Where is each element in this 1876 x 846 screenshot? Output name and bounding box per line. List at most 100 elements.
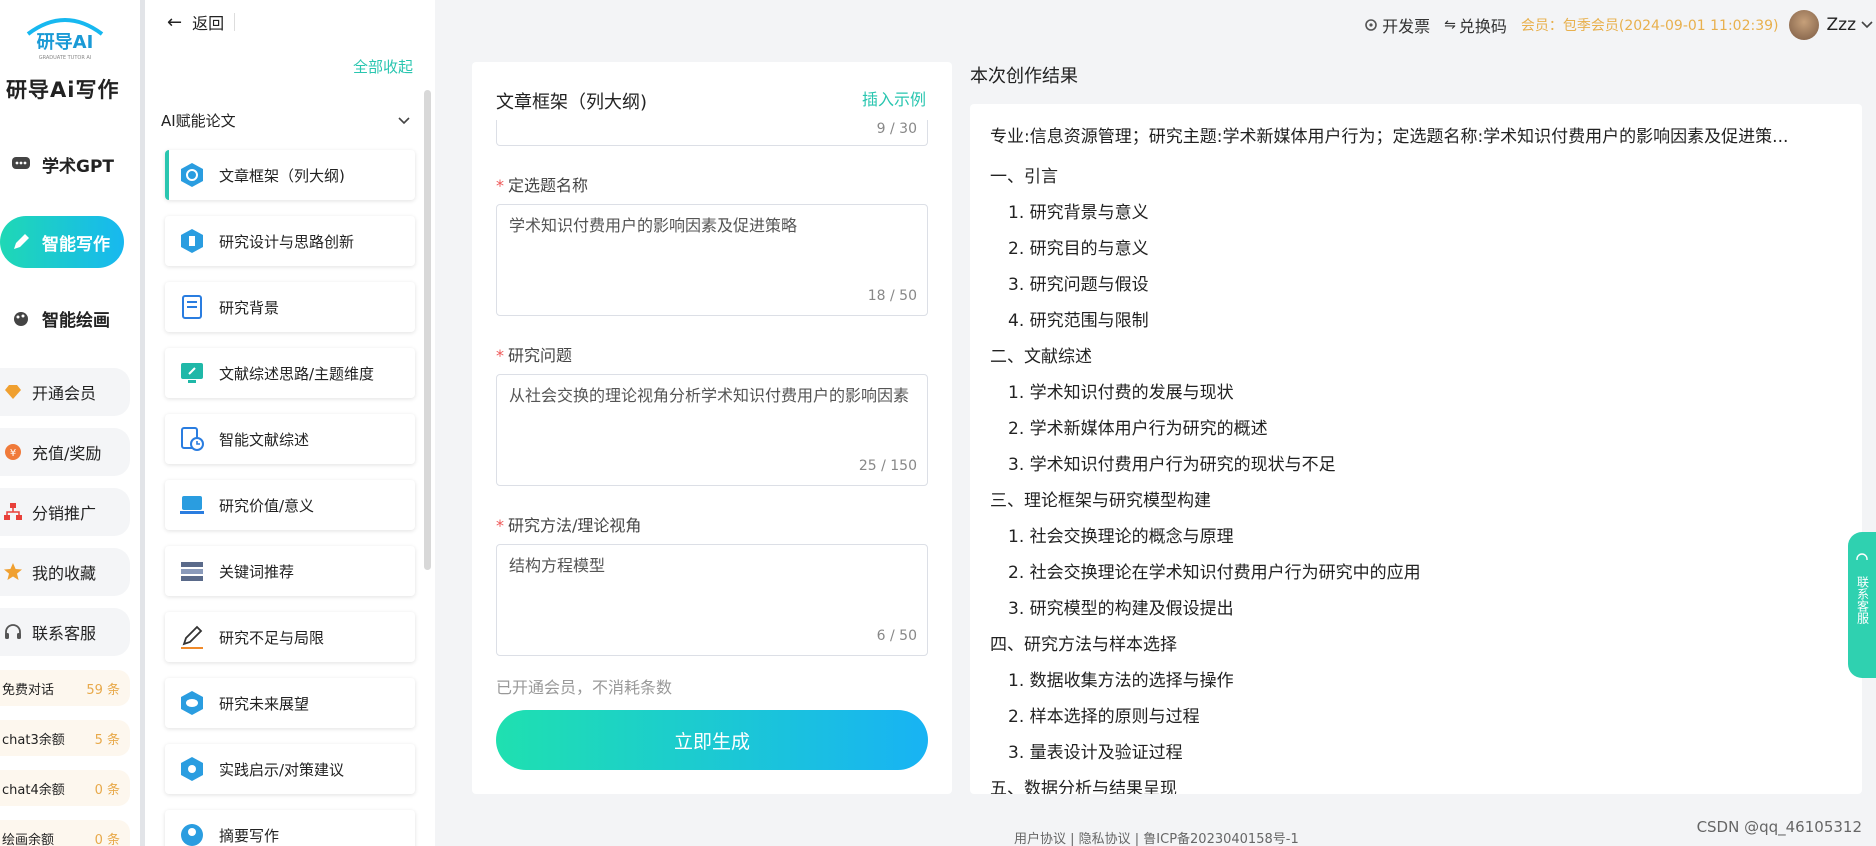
document-icon (179, 294, 205, 320)
sidebar-item-design[interactable]: 研究设计与思路创新 (165, 216, 415, 266)
left-nav: 研导AI GRADUATE TUTOR AI 研导Ai写作 学术GPT 智能写作… (0, 0, 140, 846)
result-outline: 一、引言 1. 研究背景与意义 2. 研究目的与意义 3. 研究问题与假设 4. 研究范… (990, 159, 1842, 794)
research-question-textarea[interactable]: 从社会交换的理论视角分析学术知识付费用户的影响因素 25 / 150 (496, 374, 928, 486)
sidebar-item-future[interactable]: 研究未来展望 (165, 678, 415, 728)
float-contact-button[interactable]: 联系客服 (1848, 532, 1876, 678)
exchange-icon: ⇋ (1444, 17, 1456, 33)
outline-subitem: 3. 研究问题与假设 (1008, 275, 1149, 295)
sidebar-item-value[interactable]: 研究价值/意义 (165, 480, 415, 530)
result-panel[interactable]: 专业:信息资源管理；研究主题:学术新媒体用户行为；定选题名称:学术知识付费用户的… (970, 104, 1862, 794)
nav-academic-gpt[interactable]: 学术GPT (0, 138, 124, 190)
svg-text:GRADUATE TUTOR AI: GRADUATE TUTOR AI (39, 55, 92, 61)
major-field[interactable]: 9 / 30 (496, 120, 928, 146)
quota-chat4: chat4余额 0 条 (0, 770, 130, 806)
field-label: * 研究方法/理论视角 (496, 516, 642, 535)
outline-subitem: 1. 研究背景与意义 (1008, 203, 1149, 223)
svc-distribution[interactable]: 分销推广 (0, 488, 130, 536)
outline-subitem: 4. 研究范围与限制 (1008, 311, 1149, 331)
username[interactable]: Zzz (1827, 15, 1857, 35)
invoice-link[interactable]: 开发票 (1363, 13, 1430, 37)
footer-links[interactable]: 用户协议 | 隐私协议 | 鲁ICP备2023040158号-1 (1014, 828, 1299, 846)
vip-note: 已开通会员，不消耗条数 (496, 678, 673, 697)
coin-icon: ¥ (2, 441, 24, 463)
outline-subitem: 3. 量表设计及验证过程 (1008, 743, 1183, 763)
sidebar-item-lit-ideas[interactable]: 文献综述思路/主题维度 (165, 348, 415, 398)
char-count: 25 / 150 (858, 458, 917, 474)
outline-subitem: 2. 学术新媒体用户行为研究的概述 (1008, 419, 1268, 439)
char-count: 9 / 30 (876, 121, 917, 137)
field-label: * 定选题名称 (496, 176, 589, 195)
pencil-icon (179, 624, 205, 650)
back-button[interactable]: ← 返回 (167, 10, 236, 34)
result-summary: 专业:信息资源管理；研究主题:学术新媒体用户行为；定选题名称:学术知识付费用户的… (990, 127, 1789, 147)
headset-icon (1855, 552, 1869, 572)
outline-subitem: 1. 数据收集方法的选择与操作 (1008, 671, 1234, 691)
char-count: 6 / 50 (876, 628, 917, 644)
outline-subitem: 1. 学术知识付费的发展与现状 (1008, 383, 1234, 403)
star-icon (2, 561, 24, 583)
float-contact-label: 联系客服 (1855, 576, 1870, 624)
section-header[interactable]: AI赋能论文 (161, 110, 411, 131)
chevron-down-icon[interactable] (1860, 20, 1874, 30)
outline-subitem: 2. 样本选择的原则与过程 (1008, 707, 1200, 727)
user-icon (179, 822, 205, 846)
svg-text:研导AI: 研导AI (37, 32, 94, 53)
hexagon-icon (179, 228, 205, 254)
laptop-icon (179, 492, 205, 518)
top-bar: 开发票 ⇋ 兑换码 会员：包季会员(2024-09-01 11:02:39) Z… (1363, 10, 1876, 40)
svc-recharge[interactable]: ¥ 充值/奖励 (0, 428, 130, 476)
doc-clock-icon (179, 426, 205, 452)
quota-free-chat: 免费对话 59 条 (0, 670, 130, 706)
topic-textarea[interactable]: 学术知识付费用户的影响因素及促进策略 18 / 50 (496, 204, 928, 316)
sidebar-item-outline[interactable]: 文章框架（列大纲) (165, 150, 415, 200)
logo-icon: 研导AI GRADUATE TUTOR AI (26, 18, 104, 61)
nav-smart-writing[interactable]: 智能写作 (0, 216, 124, 268)
redeem-link[interactable]: ⇋ 兑换码 (1444, 13, 1507, 37)
target-icon (179, 756, 205, 782)
insert-example-link[interactable]: 插入示例 (862, 86, 926, 110)
svc-open-member[interactable]: 开通会员 (0, 368, 130, 416)
sidebar-item-smart-review[interactable]: 智能文献综述 (165, 414, 415, 464)
brand-title: 研导Ai写作 (6, 78, 120, 102)
scrollbar[interactable] (424, 90, 431, 570)
generate-button[interactable]: 立即生成 (496, 710, 928, 770)
sidebar-item-keywords[interactable]: 关键词推荐 (165, 546, 415, 596)
svc-favorites[interactable]: 我的收藏 (0, 548, 130, 596)
input-form: 文章框架（列大纲) 插入示例 9 / 30 * 定选题名称 学术知识付费用户的影响… (472, 62, 952, 794)
chat-bubble-icon (179, 690, 205, 716)
monitor-pen-icon (179, 360, 205, 386)
method-textarea[interactable]: 结构方程模型 6 / 50 (496, 544, 928, 656)
nav-smart-drawing[interactable]: 智能绘画 (0, 292, 124, 344)
chevron-down-icon (397, 112, 411, 130)
svg-text:¥: ¥ (10, 448, 16, 459)
gear-icon (1363, 17, 1379, 33)
outline-subitem: 3. 学术知识付费用户行为研究的现状与不足 (1008, 455, 1336, 475)
watermark: CSDN @qq_46105312 (1696, 818, 1862, 836)
outline-heading: 二、文献综述 (990, 347, 1092, 367)
outline-heading: 五、数据分析与结果呈现 (990, 779, 1177, 794)
divider (234, 13, 236, 31)
chat-icon (10, 153, 32, 175)
logo[interactable]: 研导AI GRADUATE TUTOR AI (20, 12, 110, 62)
outline-heading: 三、理论框架与研究模型构建 (990, 491, 1211, 511)
member-status: 会员：包季会员(2024-09-01 11:02:39) (1520, 18, 1779, 34)
quota-drawing: 绘画余额 0 条 (0, 820, 130, 846)
outline-subitem: 2. 研究目的与意义 (1008, 239, 1149, 259)
form-title: 文章框架（列大纲) (496, 92, 648, 113)
collapse-all-link[interactable]: 全部收起 (353, 56, 413, 77)
svc-contact[interactable]: 联系客服 (0, 608, 130, 656)
sidebar-item-limitations[interactable]: 研究不足与局限 (165, 612, 415, 662)
sidebar-item-background[interactable]: 研究背景 (165, 282, 415, 332)
outline-subitem: 1. 社会交换理论的概念与原理 (1008, 527, 1234, 547)
outline-heading: 一、引言 (990, 167, 1058, 187)
sidebar-item-abstract[interactable]: 摘要写作 (165, 810, 415, 846)
sidebar-item-practice[interactable]: 实践启示/对策建议 (165, 744, 415, 794)
avatar[interactable] (1788, 10, 1819, 40)
outline-subitem: 2. 社会交换理论在学术知识付费用户行为研究中的应用 (1008, 563, 1421, 583)
compass-icon (179, 162, 205, 188)
nav-label: 智能绘画 (42, 310, 110, 331)
feature-sidebar: ← 返回 全部收起 AI赋能论文 文章框架（列大纲) 研究设计与思路创新 研究背… (145, 0, 435, 846)
palette-icon (10, 307, 32, 329)
nav-label: 学术GPT (42, 156, 115, 177)
field-label: * 研究问题 (496, 346, 573, 365)
